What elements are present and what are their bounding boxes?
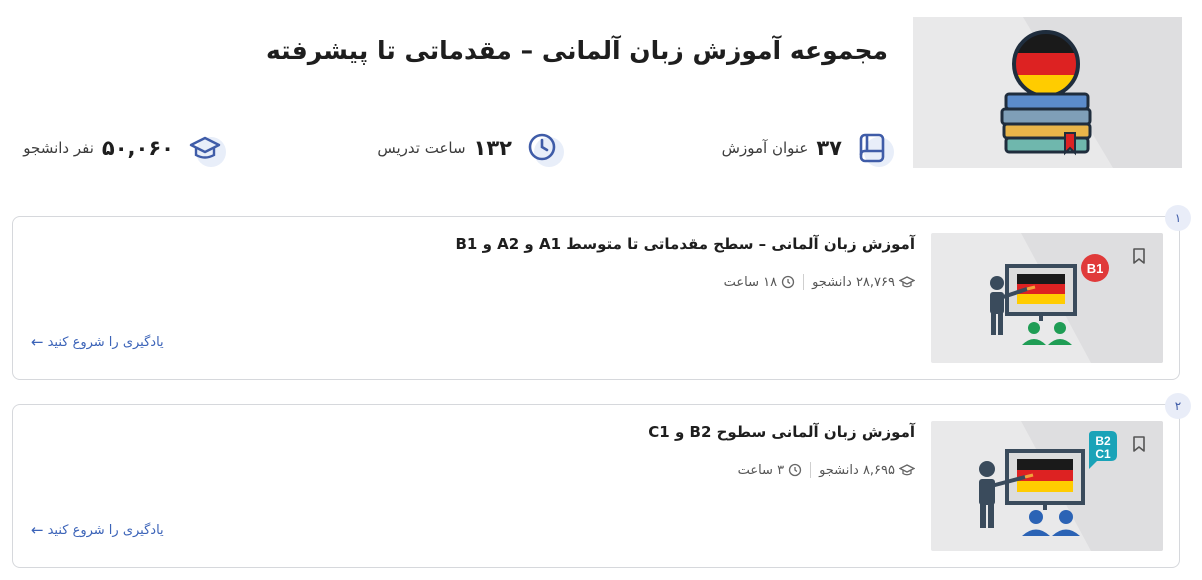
level-badge-line1: B2 <box>1095 434 1111 448</box>
hours-label: ساعت تدریس <box>377 139 466 157</box>
course-hours: ۳ ساعت <box>737 462 785 478</box>
course-index-badge: ۲ <box>1165 393 1191 419</box>
teacher-presentation-icon: B2 C1 <box>979 421 1163 551</box>
course-thumbnail[interactable]: B2 C1 <box>931 421 1163 551</box>
courses-count: ۳۷ <box>816 136 842 160</box>
arrow-left-icon: ← <box>31 521 44 539</box>
course-index-badge: ۱ <box>1165 205 1191 231</box>
clock-icon <box>524 129 564 167</box>
course-card[interactable]: ۱ B1 آموزش زبان آلمانی – سطح مقدماتی تا … <box>12 205 1191 380</box>
level-badge: B1 <box>1087 261 1104 276</box>
stat-courses: ۳۷ عنوان آموزش <box>721 128 894 168</box>
start-learning-link[interactable]: یادگیری را شروع کنید ← <box>31 333 164 351</box>
hero-image <box>913 17 1182 168</box>
course-hours: ۱۸ ساعت <box>723 274 778 290</box>
students-count: ۵۰,۰۶۰ <box>101 136 174 160</box>
clock-icon <box>781 275 795 289</box>
stat-students: ۵۰,۰۶۰ نفر دانشجو <box>23 128 226 168</box>
students-label: نفر دانشجو <box>23 139 94 157</box>
level-badge-line2: C1 <box>1095 447 1111 461</box>
page-title: مجموعه آموزش زبان آلمانی – مقدماتی تا پی… <box>265 36 888 65</box>
courses-label: عنوان آموزش <box>721 139 809 157</box>
course-title[interactable]: آموزش زبان آلمانی سطوح B2 و C1 <box>648 423 915 441</box>
course-students: ۸,۶۹۵ دانشجو <box>819 462 895 478</box>
teacher-presentation-icon: B1 <box>990 233 1163 363</box>
arrow-left-icon: ← <box>31 333 44 351</box>
course-meta: ۸,۶۹۵ دانشجو ۳ ساعت <box>738 462 915 478</box>
course-students: ۲۸,۷۶۹ دانشجو <box>812 274 895 290</box>
course-meta: ۲۸,۷۶۹ دانشجو ۱۸ ساعت <box>724 274 915 290</box>
course-title[interactable]: آموزش زبان آلمانی – سطح مقدماتی تا متوسط… <box>456 235 916 253</box>
course-thumbnail[interactable]: B1 <box>931 233 1163 363</box>
bookmark-icon[interactable] <box>1131 435 1147 453</box>
start-learning-label: یادگیری را شروع کنید <box>47 334 164 350</box>
graduation-cap-icon <box>186 129 226 167</box>
course-card[interactable]: ۲ B2 C1 آموزش زبان آلمانی سطوح B2 و C1 ۸… <box>12 393 1191 568</box>
bookmark-icon[interactable] <box>1131 247 1147 265</box>
hours-count: ۱۳۲ <box>473 136 512 160</box>
graduation-cap-icon <box>899 464 915 476</box>
german-books-icon <box>1000 17 1182 168</box>
book-icon <box>854 129 894 167</box>
start-learning-link[interactable]: یادگیری را شروع کنید ← <box>31 521 164 539</box>
clock-icon <box>788 463 802 477</box>
start-learning-label: یادگیری را شروع کنید <box>47 522 164 538</box>
stat-hours: ۱۳۲ ساعت تدریس <box>377 128 564 168</box>
graduation-cap-icon <box>899 276 915 288</box>
